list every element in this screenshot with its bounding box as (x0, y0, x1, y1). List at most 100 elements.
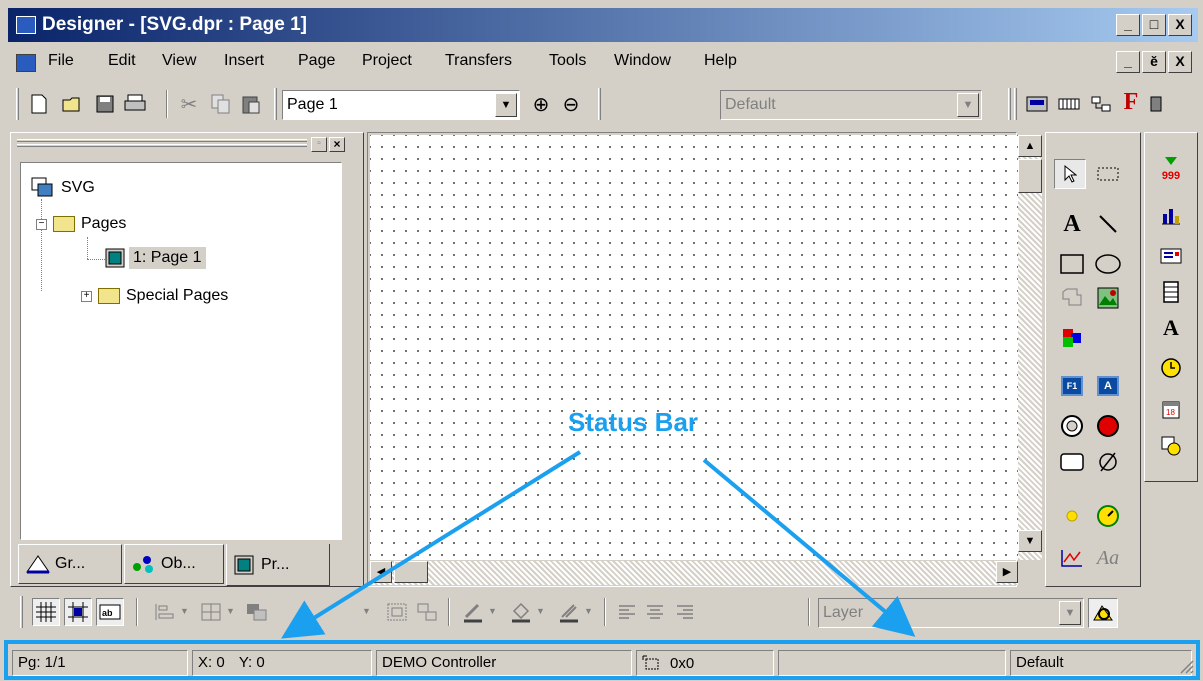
app-icon[interactable] (16, 16, 36, 34)
scroll-thumb[interactable] (1018, 159, 1042, 193)
dropdown-arrow-icon[interactable]: ▼ (362, 606, 371, 616)
ungroup-icon[interactable] (414, 599, 440, 625)
pane-grip-2[interactable] (17, 144, 307, 147)
keypad-icon[interactable] (1056, 91, 1082, 117)
scheduler-icon[interactable] (1155, 431, 1187, 461)
function-icon[interactable]: F (1118, 89, 1144, 115)
null-tool-icon[interactable] (1092, 447, 1124, 477)
toolbar-grip-4[interactable] (1008, 88, 1011, 120)
tab-graphics[interactable]: Gr... (18, 544, 122, 584)
document-icon[interactable] (16, 54, 36, 72)
image-tool-icon[interactable] (1092, 283, 1124, 313)
function-key-icon[interactable]: F1 (1056, 371, 1088, 401)
tree-root[interactable]: SVG (31, 177, 95, 199)
menu-file[interactable]: File (48, 52, 74, 70)
zoom-out-icon[interactable]: ⊖ (558, 91, 584, 117)
scroll-down-icon[interactable]: ▼ (1018, 530, 1042, 552)
dropdown-arrow-icon[interactable]: ▼ (226, 606, 235, 616)
indicator-tool-icon[interactable] (1092, 411, 1124, 441)
color-tool-icon[interactable] (1056, 323, 1088, 353)
tree-pages[interactable]: − Pages (36, 215, 126, 233)
maximize-button[interactable]: □ (1142, 14, 1166, 36)
button-tool-icon[interactable] (1056, 447, 1088, 477)
scroll-left-icon[interactable]: ◀ (370, 561, 392, 583)
expand-icon[interactable]: + (81, 290, 92, 302)
order-icon[interactable] (244, 599, 270, 625)
text-tool-icon[interactable]: A (1056, 209, 1088, 239)
chevron-down-icon[interactable]: ▼ (957, 93, 979, 117)
pane-grip[interactable] (17, 139, 307, 142)
aa-tool-icon[interactable]: Aa (1092, 543, 1124, 573)
snap-grid-icon[interactable] (64, 598, 92, 626)
child-minimize-button[interactable]: _ (1116, 51, 1140, 73)
message-icon[interactable] (1155, 241, 1187, 271)
cut-icon[interactable]: ✂ (176, 91, 202, 117)
toolbar-grip-2[interactable] (274, 88, 277, 120)
menu-tools[interactable]: Tools (549, 52, 586, 70)
collapse-icon[interactable]: − (36, 218, 47, 230)
gauge-tool-icon[interactable] (1092, 501, 1124, 531)
menu-window[interactable]: Window (614, 52, 671, 70)
pane-restore-button[interactable]: ▫ (311, 137, 327, 152)
chevron-down-icon[interactable]: ▼ (1059, 601, 1081, 625)
close-button[interactable]: X (1168, 14, 1192, 36)
menu-page[interactable]: Page (298, 52, 335, 70)
tab-objects[interactable]: Ob... (124, 544, 224, 584)
dropdown-arrow-icon[interactable]: ▼ (536, 606, 545, 616)
dropdown-arrow-icon[interactable]: ▼ (488, 606, 497, 616)
drawing-canvas[interactable] (370, 135, 1018, 560)
grid-icon[interactable] (32, 598, 60, 626)
network-icon[interactable] (1088, 91, 1114, 117)
layer-manager-icon[interactable] (1088, 598, 1118, 628)
polygon-tool-icon[interactable] (1056, 283, 1088, 313)
copy-icon[interactable] (208, 91, 234, 117)
toolbar-grip-6[interactable] (20, 596, 23, 628)
child-close-button[interactable]: X (1168, 51, 1192, 73)
rectangle-tool-icon[interactable] (1056, 249, 1088, 279)
line-tool-icon[interactable] (1092, 209, 1124, 239)
calendar-icon[interactable]: 18 (1155, 395, 1187, 425)
menu-insert[interactable]: Insert (224, 52, 264, 70)
bar-chart-icon[interactable] (1155, 201, 1187, 231)
align-left-icon[interactable] (614, 599, 640, 625)
scroll-up-icon[interactable]: ▲ (1018, 135, 1042, 157)
new-file-icon[interactable] (26, 91, 52, 117)
scroll-right-icon[interactable]: ▶ (996, 561, 1018, 583)
paste-icon[interactable] (238, 91, 264, 117)
line-color-icon[interactable] (460, 599, 486, 625)
display-icon[interactable] (1024, 91, 1050, 117)
film-icon[interactable] (1155, 277, 1187, 307)
page-select[interactable]: Page 1 ▼ (282, 90, 520, 120)
layer-select[interactable]: Layer ▼ (818, 598, 1084, 628)
scroll-thumb-h[interactable] (394, 561, 428, 583)
fill-color-icon[interactable] (508, 599, 534, 625)
pointer-tool-icon[interactable] (1054, 159, 1086, 189)
style-select[interactable]: Default ▼ (720, 90, 982, 120)
lamp-tool-icon[interactable] (1056, 501, 1088, 531)
menu-transfers[interactable]: Transfers (445, 52, 512, 70)
text-color-icon[interactable] (556, 599, 582, 625)
child-restore-button[interactable]: ĕ (1142, 51, 1166, 73)
zoom-in-icon[interactable]: ⊕ (528, 91, 554, 117)
tree-page-1[interactable]: 1: Page 1 (105, 247, 206, 269)
print-icon[interactable] (122, 91, 148, 117)
dropdown-arrow-icon[interactable]: ▼ (584, 606, 593, 616)
open-folder-icon[interactable] (60, 91, 86, 117)
pane-close-button[interactable]: × (329, 137, 345, 152)
align-center-icon[interactable] (642, 599, 668, 625)
text-box-icon[interactable]: ab (96, 598, 124, 626)
clock-icon[interactable] (1155, 353, 1187, 383)
tab-project[interactable]: Pr... (226, 544, 330, 586)
center-icon[interactable] (198, 599, 224, 625)
horizontal-scrollbar[interactable]: ◀ ▶ (370, 561, 1018, 585)
menu-edit[interactable]: Edit (108, 52, 136, 70)
counter-tool[interactable]: 999 (1155, 153, 1187, 193)
toolbar-grip[interactable] (16, 88, 19, 120)
chevron-down-icon[interactable]: ▼ (495, 93, 517, 117)
ellipse-tool-icon[interactable] (1092, 249, 1124, 279)
font-tool-icon[interactable]: A (1155, 313, 1187, 343)
alpha-key-icon[interactable]: A (1092, 371, 1124, 401)
dropdown-arrow-icon[interactable]: ▼ (180, 606, 189, 616)
select-rect-icon[interactable] (1092, 159, 1124, 189)
toolbar-grip-3[interactable] (598, 88, 601, 120)
